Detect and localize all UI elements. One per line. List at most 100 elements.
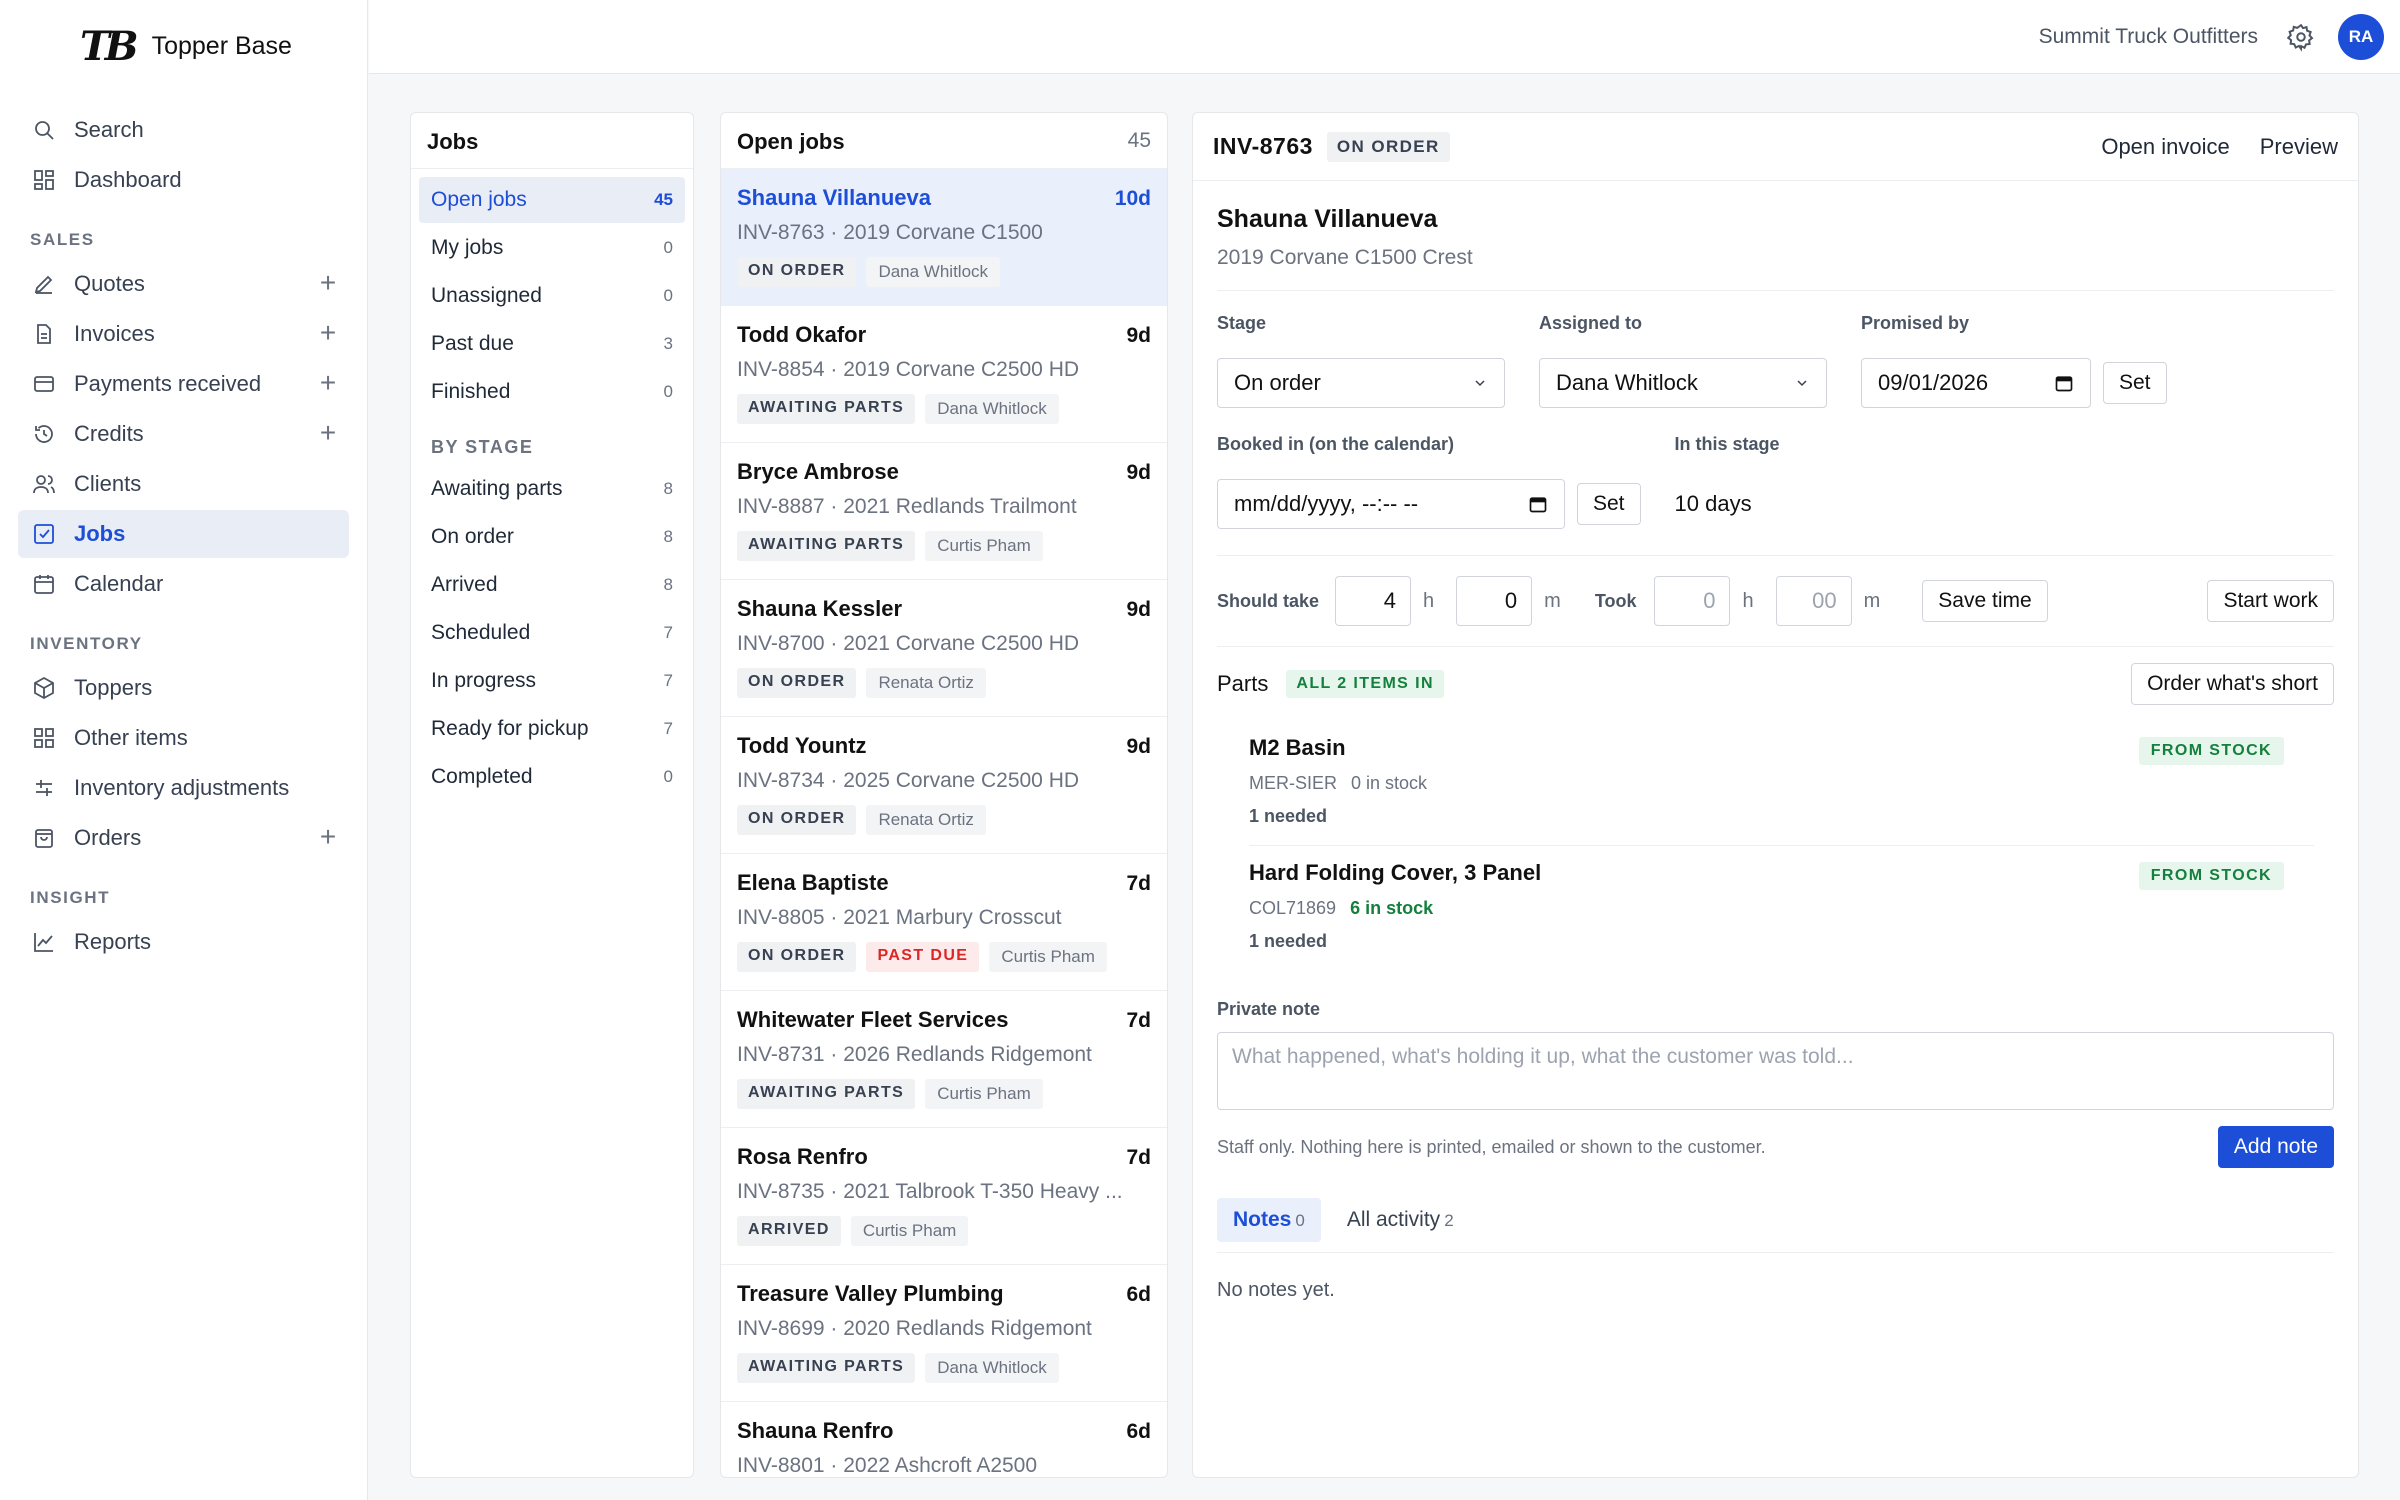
filter-finished[interactable]: Finished 0 — [419, 369, 685, 415]
booked-controls: mm/dd/yyyy, --:-- -- Set — [1217, 479, 1641, 529]
promised-date-input[interactable]: 09/01/2026 — [1861, 358, 2091, 408]
empty-notes: No notes yet. — [1217, 1279, 1335, 1301]
nav-clients[interactable]: Clients — [18, 460, 349, 508]
part-item[interactable]: M2 Basin MER-SIER 0 in stock 1 needed FRO… — [1249, 721, 2314, 845]
job-client-name: Shauna Renfro — [737, 1418, 894, 1443]
time-row: Should take 4 h 0 m Took 0 h 00 m Save t… — [1217, 556, 2334, 646]
should-take-minutes-input[interactable]: 0 — [1456, 576, 1533, 626]
assignee-badge: Curtis Pham — [925, 531, 1043, 561]
open-jobs-title: Open jobs — [737, 129, 845, 154]
job-card[interactable]: Shauna Kessler 9d INV-8700 · 2021 Corvane … — [721, 580, 1167, 717]
promised-controls: 09/01/2026 Set — [1861, 334, 2167, 408]
nav-invoices[interactable]: Invoices + — [18, 310, 349, 358]
filter-label: Unassigned — [431, 284, 542, 307]
add-invoice-icon[interactable]: + — [315, 317, 341, 348]
section-insight: INSIGHT — [30, 888, 111, 907]
stage-arrived[interactable]: Arrived 8 — [419, 562, 685, 608]
add-credit-icon[interactable]: + — [315, 417, 341, 448]
sidebar: TB Topper Base Search Dashboard SALES Qu… — [0, 0, 368, 1500]
nav-label: Orders — [74, 825, 142, 850]
stage-on-order[interactable]: On order 8 — [419, 514, 685, 560]
job-tags: ARRIVED Curtis Pham — [737, 1216, 1151, 1246]
assigned-select[interactable]: Dana Whitlock — [1539, 358, 1827, 408]
job-card[interactable]: Rosa Renfro 7d INV-8735 · 2021 Talbrook T-… — [721, 1128, 1167, 1265]
detail-header: INV-8763 ON ORDER Open invoice Preview — [1193, 113, 2358, 181]
dashboard-icon — [32, 168, 56, 192]
job-card[interactable]: Whitewater Fleet Services 7d INV-8731 · 20… — [721, 991, 1167, 1128]
invoice-number: INV-8763 — [1213, 133, 1313, 159]
add-payment-icon[interactable]: + — [315, 367, 341, 398]
job-card[interactable]: Treasure Valley Plumbing 6d INV-8699 · 202… — [721, 1265, 1167, 1402]
logo-mark: TB — [80, 22, 139, 70]
job-tags: AWAITING PARTS Curtis Pham — [737, 1079, 1151, 1109]
filter-past-due[interactable]: Past due 3 — [419, 321, 685, 367]
app-logo[interactable]: TB Topper Base — [0, 0, 367, 74]
job-client-name: Rosa Renfro — [737, 1144, 868, 1169]
assigned-label: Assigned to — [1539, 313, 1643, 333]
top-bar: Summit Truck Outfitters RA — [369, 0, 2400, 74]
nav-label: Other items — [74, 725, 188, 750]
nav-quotes[interactable]: Quotes + — [18, 260, 349, 308]
stage-label: Stage — [1217, 313, 1267, 333]
nav-other-items[interactable]: Other items — [18, 714, 349, 762]
job-card[interactable]: Shauna Renfro 6d INV-8801 · 2022 Ashcroft … — [721, 1402, 1167, 1477]
nav-credits[interactable]: Credits + — [18, 410, 349, 458]
job-age: 7d — [1126, 1009, 1151, 1032]
private-note-input[interactable]: What happened, what's holding it up, wha… — [1217, 1032, 2334, 1110]
nav-search[interactable]: Search — [18, 106, 349, 154]
add-quote-icon[interactable]: + — [315, 267, 341, 298]
job-card[interactable]: Todd Yountz 9d INV-8734 · 2025 Corvane C25… — [721, 717, 1167, 854]
part-stock: 0 in stock — [1351, 773, 1428, 793]
nav-payments[interactable]: Payments received + — [18, 360, 349, 408]
tab-all-activity[interactable]: All activity 2 — [1331, 1198, 1470, 1242]
open-invoice-link[interactable]: Open invoice — [2101, 134, 2229, 160]
company-name[interactable]: Summit Truck Outfitters — [2039, 25, 2258, 49]
part-item[interactable]: Hard Folding Cover, 3 Panel COL71869 6 in… — [1249, 845, 2314, 969]
filter-open-jobs[interactable]: Open jobs 45 — [419, 177, 685, 223]
stage-in-progress[interactable]: In progress 7 — [419, 658, 685, 704]
nav-dashboard[interactable]: Dashboard — [18, 156, 349, 204]
users-icon — [32, 472, 56, 496]
took-minutes-input[interactable]: 00 — [1775, 576, 1852, 626]
promised-field: Promised by 09/01/2026 Set — [1861, 313, 2167, 408]
job-card[interactable]: Todd Okafor 9d INV-8854 · 2019 Corvane C25… — [721, 306, 1167, 443]
stage-select[interactable]: On order — [1217, 358, 1505, 408]
nav-label: Clients — [74, 471, 142, 496]
preview-link[interactable]: Preview — [2260, 134, 2338, 160]
set-booked-button[interactable]: Set — [1577, 483, 1641, 525]
calendar-icon[interactable] — [1528, 494, 1548, 514]
tab-notes[interactable]: Notes 0 — [1217, 1198, 1321, 1242]
open-jobs-panel: Open jobs 45 Shauna Villanueva 10d INV-876… — [720, 112, 1168, 1478]
took-hours-input[interactable]: 0 — [1654, 576, 1731, 626]
booked-datetime-input[interactable]: mm/dd/yyyy, --:-- -- — [1217, 479, 1565, 529]
stage-ready-for-pickup[interactable]: Ready for pickup 7 — [419, 706, 685, 752]
save-time-button[interactable]: Save time — [1922, 580, 2048, 622]
nav-orders[interactable]: Orders + — [18, 814, 349, 862]
start-work-button[interactable]: Start work — [2207, 580, 2334, 622]
job-card[interactable]: Shauna Villanueva 10d INV-8763 · 2019 Corv… — [721, 169, 1167, 306]
stage-completed[interactable]: Completed 0 — [419, 754, 685, 800]
add-note-button[interactable]: Add note — [2217, 1126, 2334, 1168]
filter-unassigned[interactable]: Unassigned 0 — [419, 273, 685, 319]
add-order-icon[interactable]: + — [315, 821, 341, 852]
order-short-button[interactable]: Order what's short — [2131, 663, 2334, 705]
jobs-panel-title: Jobs — [411, 113, 693, 169]
nav-inventory-adjustments[interactable]: Inventory adjustments — [18, 764, 349, 812]
avatar[interactable]: RA — [2338, 14, 2384, 60]
nav-toppers[interactable]: Toppers — [18, 664, 349, 712]
parts-title: Parts — [1217, 671, 1269, 696]
nav-calendar[interactable]: Calendar — [18, 560, 349, 608]
gear-icon[interactable] — [2286, 22, 2316, 52]
nav-reports[interactable]: Reports — [18, 918, 349, 966]
stage-scheduled[interactable]: Scheduled 7 — [419, 610, 685, 656]
should-take-hours-input[interactable]: 4 — [1335, 576, 1412, 626]
calendar-icon[interactable] — [2054, 373, 2074, 393]
nav-jobs[interactable]: Jobs — [18, 510, 349, 558]
stage-awaiting-parts[interactable]: Awaiting parts 8 — [419, 466, 685, 512]
job-card[interactable]: Elena Baptiste 7d INV-8805 · 2021 Marbury … — [721, 854, 1167, 991]
job-invoice-vehicle: INV-8731 · 2026 Redlands Ridgemont — [737, 1043, 1092, 1066]
set-promised-button[interactable]: Set — [2103, 362, 2167, 404]
job-card[interactable]: Bryce Ambrose 9d INV-8887 · 2021 Redlands … — [721, 443, 1167, 580]
filter-my-jobs[interactable]: My jobs 0 — [419, 225, 685, 271]
promised-date-value: 09/01/2026 — [1878, 370, 1989, 395]
